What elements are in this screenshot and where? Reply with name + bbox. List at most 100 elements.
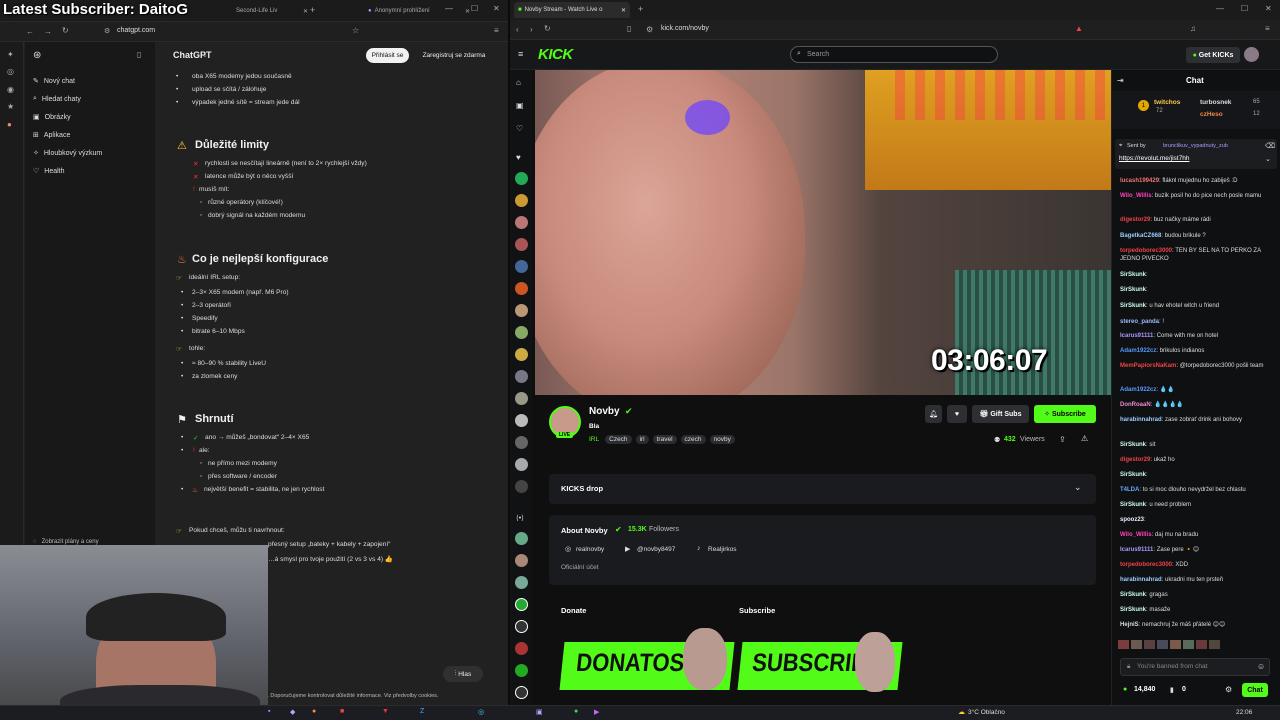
channel-avatar[interactable] (515, 348, 528, 361)
whatsapp-icon[interactable]: ◉ (7, 85, 14, 94)
chevron-down-icon[interactable]: ⌄ (202, 51, 208, 59)
taskbar-app-icon[interactable]: ● (312, 708, 316, 715)
site-settings-icon[interactable]: ⚙ (646, 25, 653, 34)
chevron-down-icon[interactable]: ⌄ (1074, 482, 1082, 493)
workspace-icon[interactable]: ✦ (7, 50, 14, 59)
kicks-drop-panel[interactable]: KICKS drop ⌄ (549, 474, 1096, 504)
chat-username[interactable]: torpedoborec3000 (1120, 562, 1172, 568)
channel-avatar[interactable] (515, 598, 528, 611)
emote-icon[interactable] (1196, 640, 1207, 649)
emote-icon[interactable] (1118, 640, 1129, 649)
report-icon[interactable]: ⚠ (1081, 434, 1088, 443)
chat-username[interactable]: SirSkunk (1120, 442, 1146, 448)
get-kicks-button[interactable]: ● Get KICKs (1186, 47, 1240, 63)
channel-avatar[interactable] (515, 194, 528, 207)
chat-username[interactable]: DonRoaaN (1120, 402, 1151, 408)
chat-username[interactable]: SirSkunk (1120, 472, 1146, 478)
maximize-icon[interactable]: ☐ (1241, 4, 1248, 13)
category-link[interactable]: IRL (589, 436, 599, 443)
reload-icon[interactable]: ↻ (544, 24, 551, 33)
channel-avatar[interactable] (515, 642, 528, 655)
nav-new-chat[interactable]: ✎ Nový chat (33, 77, 75, 86)
taskbar-app-icon[interactable]: ◆ (290, 708, 295, 716)
chat-send-button[interactable]: Chat (1242, 683, 1268, 697)
code-icon[interactable]: ⟨•⟩ (516, 514, 524, 522)
close-window-icon[interactable]: ✕ (1265, 4, 1272, 13)
emote-icon[interactable] (1131, 640, 1142, 649)
tag-chip[interactable]: travel (652, 435, 677, 444)
taskbar-app-icon[interactable]: ▪ (268, 708, 270, 715)
unpin-icon[interactable]: ⌫ (1265, 142, 1275, 150)
gear-icon[interactable]: ⚙ (1225, 685, 1232, 694)
bookmark-star-icon[interactable]: ☆ (352, 26, 359, 35)
emote-icon[interactable] (1170, 640, 1181, 649)
search-input[interactable]: ⌕ Search (790, 46, 998, 63)
emote-icon[interactable] (1144, 640, 1155, 649)
taskbar-app-icon[interactable]: ■ (340, 708, 344, 715)
tab-second-life[interactable]: Second-Life Liv ✕ (232, 3, 312, 19)
nav-images[interactable]: ▣ Obrázky (33, 113, 71, 122)
chat-username[interactable]: Adam1922cz (1120, 348, 1156, 354)
subscribe-button[interactable]: ✧ Subscribe (1034, 405, 1096, 423)
kick-logo[interactable]: KICK (538, 46, 573, 63)
chat-username[interactable]: Wilo_Willis (1120, 193, 1152, 199)
channel-avatar[interactable] (515, 576, 528, 589)
chat-username[interactable]: Icarus91111 (1120, 333, 1153, 339)
nav-apps[interactable]: ⊞ Aplikace (33, 131, 70, 140)
back-icon[interactable]: ‹ (516, 25, 519, 34)
share-icon[interactable]: ⇪ (1059, 435, 1066, 444)
url-field[interactable]: chatgpt.com (117, 27, 155, 34)
channel-avatar[interactable] (515, 304, 528, 317)
pinned-link[interactable]: https://revolut.me/jist7hh (1119, 155, 1189, 162)
chat-username[interactable]: Icarus91111 (1120, 547, 1153, 553)
channel-avatar[interactable] (515, 238, 528, 251)
chevron-down-icon[interactable]: ⌄ (1265, 155, 1271, 163)
notification-bell-button[interactable]: 🔔︎ (925, 405, 942, 423)
chat-username[interactable]: spooz23 (1120, 517, 1144, 523)
chat-username[interactable]: harabinnahrad (1120, 577, 1162, 583)
home-icon[interactable]: ⌂ (516, 78, 521, 87)
minimize-icon[interactable]: — (445, 4, 453, 13)
new-tab-icon[interactable]: + (310, 5, 315, 15)
nav-search[interactable]: ⌕ Hledat chaty (33, 95, 81, 103)
chat-username[interactable]: SirSkunk (1120, 502, 1146, 508)
channel-avatar[interactable] (515, 172, 528, 185)
chat-username[interactable]: Wilo_Willis (1120, 532, 1152, 538)
reload-icon[interactable]: ↻ (62, 26, 69, 35)
instagram-link[interactable]: realnovby (576, 546, 604, 553)
tag-chip[interactable]: Czech (605, 435, 632, 444)
avatar[interactable] (1244, 47, 1259, 62)
signup-button[interactable]: Zaregistruj se zdarma (416, 48, 492, 63)
tag-chip[interactable]: novby (709, 435, 735, 444)
taskbar-app-icon[interactable]: ▣ (536, 708, 543, 716)
forward-icon[interactable]: › (530, 25, 533, 34)
emote-icon[interactable] (1209, 640, 1220, 649)
minimize-icon[interactable]: — (1216, 4, 1224, 13)
chat-username[interactable]: SirSkunk (1120, 303, 1146, 309)
tab-anonymous[interactable]: ● Anonymní prohlížení ✕ (364, 3, 474, 19)
taskbar-app-icon[interactable]: ◎ (478, 708, 484, 716)
close-icon[interactable]: ✕ (303, 8, 308, 15)
chat-username[interactable]: BagetkaCZ668 (1120, 233, 1161, 239)
video-player[interactable]: 03:06:07 (535, 70, 1111, 395)
weather-text[interactable]: 3°C Oblačno (968, 709, 1005, 716)
channel-avatar[interactable] (515, 480, 528, 493)
channel-avatar[interactable] (515, 370, 528, 383)
channel-avatar[interactable] (515, 554, 528, 567)
star-icon[interactable]: ★ (7, 102, 14, 111)
extension-icon[interactable]: ● (7, 120, 12, 129)
nav-research[interactable]: ✧ Hloubkový výzkum (33, 149, 102, 158)
channel-avatar[interactable] (515, 686, 528, 699)
maximize-icon[interactable]: ☐ (471, 4, 478, 13)
hamburger-icon[interactable]: ≡ (518, 49, 523, 59)
channel-avatar[interactable] (515, 260, 528, 273)
chat-username[interactable]: Adam1922cz (1120, 387, 1156, 393)
extension-icon[interactable]: ▲ (1075, 24, 1083, 33)
channel-avatar[interactable] (515, 620, 528, 633)
new-tab-icon[interactable]: + (638, 4, 643, 14)
menu-icon[interactable]: ≡ (494, 26, 499, 35)
url-field[interactable]: kick.com/novby (661, 25, 709, 32)
chat-username[interactable]: digestor29 (1120, 457, 1150, 463)
chat-username[interactable]: digestor29 (1120, 217, 1150, 223)
back-icon[interactable]: ← (26, 27, 34, 36)
